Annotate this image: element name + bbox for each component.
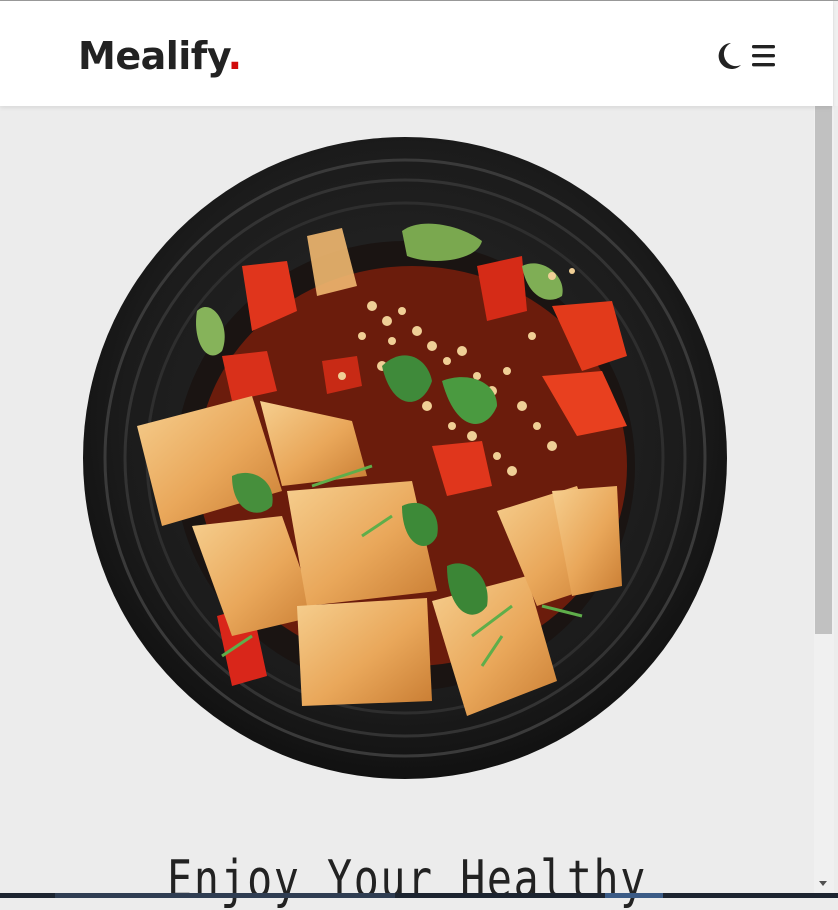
brand-name: Mealify xyxy=(78,34,228,78)
taskbar-strip xyxy=(0,893,838,898)
moon-icon xyxy=(718,43,741,69)
hero-headline: Enjoy Your Healthy xyxy=(167,850,647,910)
site-header: Mealify. xyxy=(0,1,833,106)
hamburger-menu-icon xyxy=(752,45,775,67)
scroll-down-arrow-icon[interactable] xyxy=(818,878,828,888)
hero-food-image xyxy=(83,137,727,779)
theme-toggle-button[interactable] xyxy=(716,41,742,71)
taskbar-segment xyxy=(55,893,395,898)
scrollbar-top-gutter xyxy=(834,1,838,106)
brand-logo[interactable]: Mealify. xyxy=(78,34,242,78)
menu-toggle-button[interactable] xyxy=(751,43,777,69)
brand-dot: . xyxy=(227,34,242,78)
taskbar-segment xyxy=(605,893,663,898)
scrollbar-thumb[interactable] xyxy=(815,106,832,634)
